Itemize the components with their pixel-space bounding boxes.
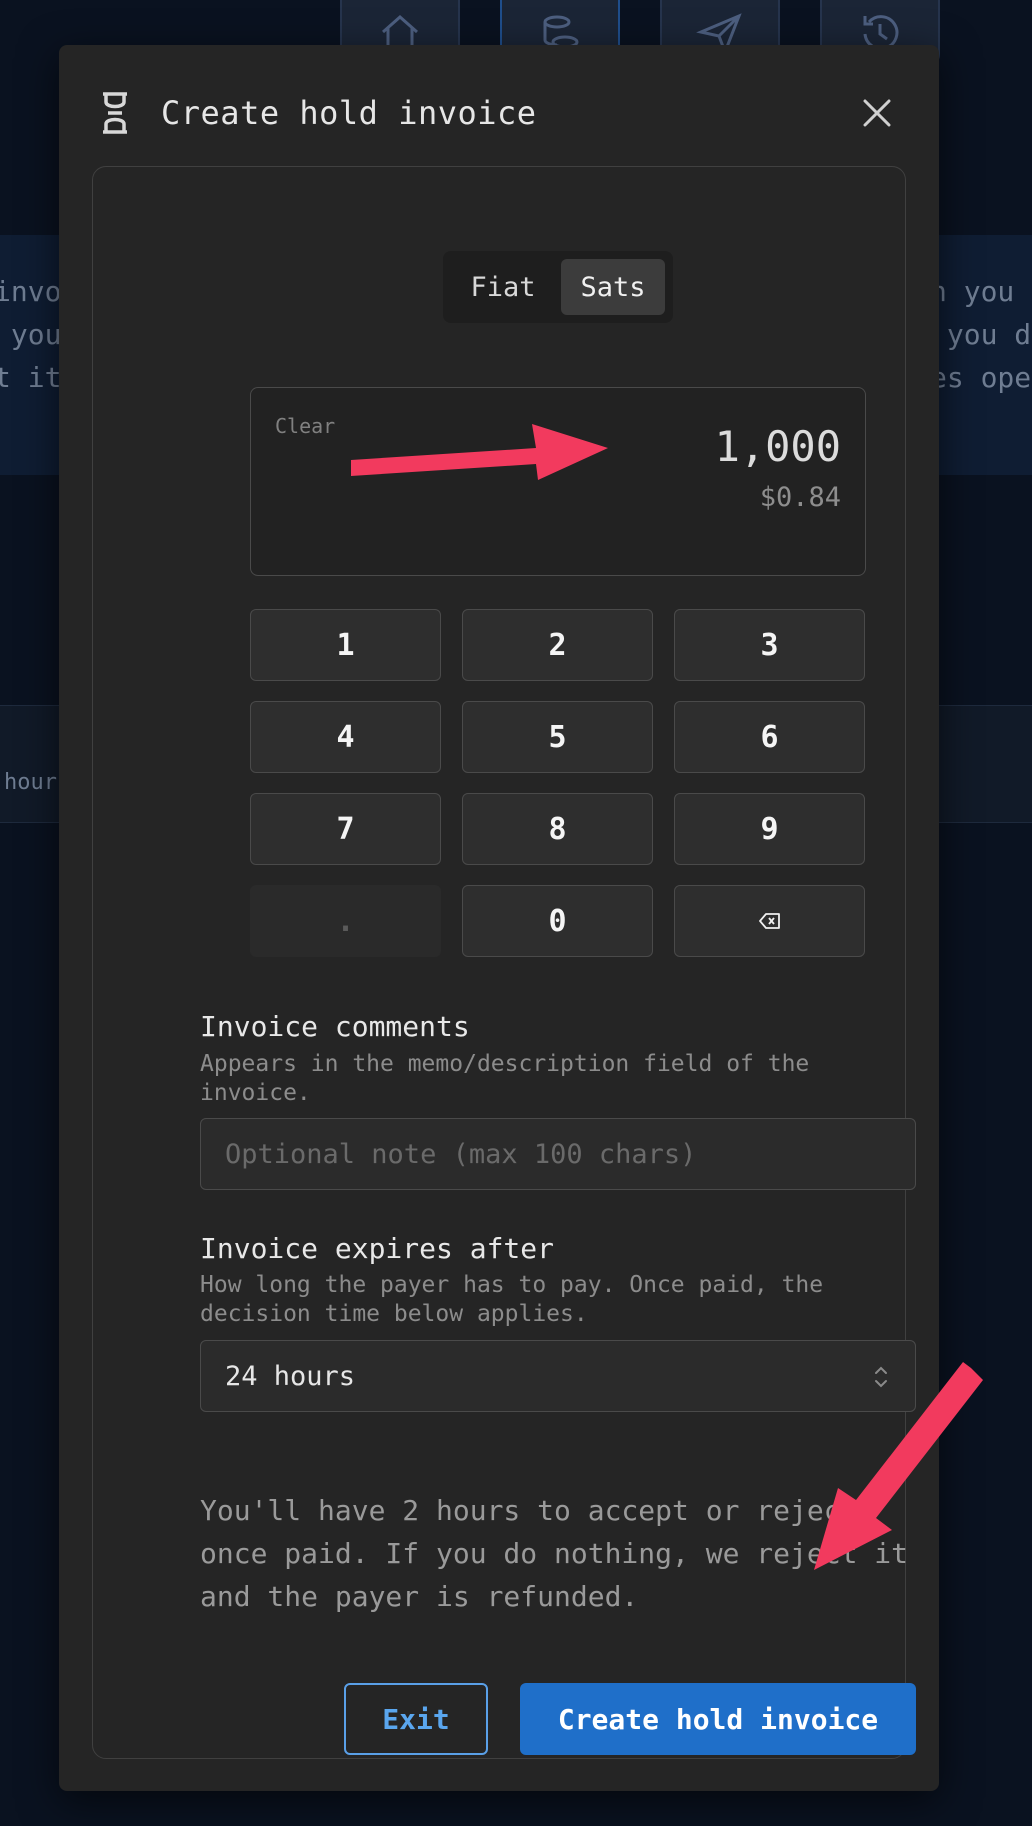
key-backspace[interactable]: [674, 885, 865, 957]
comments-input[interactable]: [225, 1138, 891, 1170]
create-hold-invoice-button[interactable]: Create hold invoice: [520, 1683, 916, 1755]
annotation-arrow-create: [814, 1362, 983, 1570]
clear-button[interactable]: Clear: [275, 414, 335, 438]
key-1[interactable]: 1: [250, 609, 441, 681]
backspace-icon: [758, 913, 780, 929]
unit-toggle: Fiat Sats: [443, 251, 673, 323]
modal-header: Create hold invoice: [99, 85, 899, 141]
fiat-value: $0.84: [759, 482, 841, 513]
exit-button[interactable]: Exit: [344, 1683, 488, 1755]
amount-value: 1,000: [714, 422, 841, 471]
unit-option-sats[interactable]: Sats: [561, 259, 665, 315]
bg-text-right: n you you d es ope: [930, 275, 1032, 394]
comments-field[interactable]: [200, 1118, 916, 1190]
expiry-label: Invoice expires after: [200, 1232, 555, 1265]
comments-label: Invoice comments: [200, 1010, 470, 1043]
close-icon[interactable]: [855, 91, 899, 135]
key-8[interactable]: 8: [462, 793, 653, 865]
key-2[interactable]: 2: [462, 609, 653, 681]
key-9[interactable]: 9: [674, 793, 865, 865]
key-5[interactable]: 5: [462, 701, 653, 773]
key-0[interactable]: 0: [462, 885, 653, 957]
unit-option-fiat[interactable]: Fiat: [451, 259, 555, 315]
bg-text-left: invo you t it: [0, 275, 62, 394]
expiry-help: How long the payer has to pay. Once paid…: [200, 1272, 824, 1327]
numeric-keypad: 1 2 3 4 5 6 7 8 9 . 0: [250, 609, 866, 957]
hourglass-icon: [103, 92, 127, 134]
key-6[interactable]: 6: [674, 701, 865, 773]
expiry-selected-value: 24 hours: [225, 1360, 356, 1392]
modal-title: Create hold invoice: [161, 94, 537, 132]
annotation-arrow-amount: [351, 424, 608, 480]
key-decimal: .: [250, 885, 441, 957]
key-4[interactable]: 4: [250, 701, 441, 773]
key-3[interactable]: 3: [674, 609, 865, 681]
create-hold-invoice-modal: Create hold invoice Fiat Sats Clear 1,00…: [59, 45, 939, 1791]
bg-hour-text: hour: [4, 770, 57, 795]
comments-help: Appears in the memo/description field of…: [200, 1051, 810, 1106]
key-7[interactable]: 7: [250, 793, 441, 865]
